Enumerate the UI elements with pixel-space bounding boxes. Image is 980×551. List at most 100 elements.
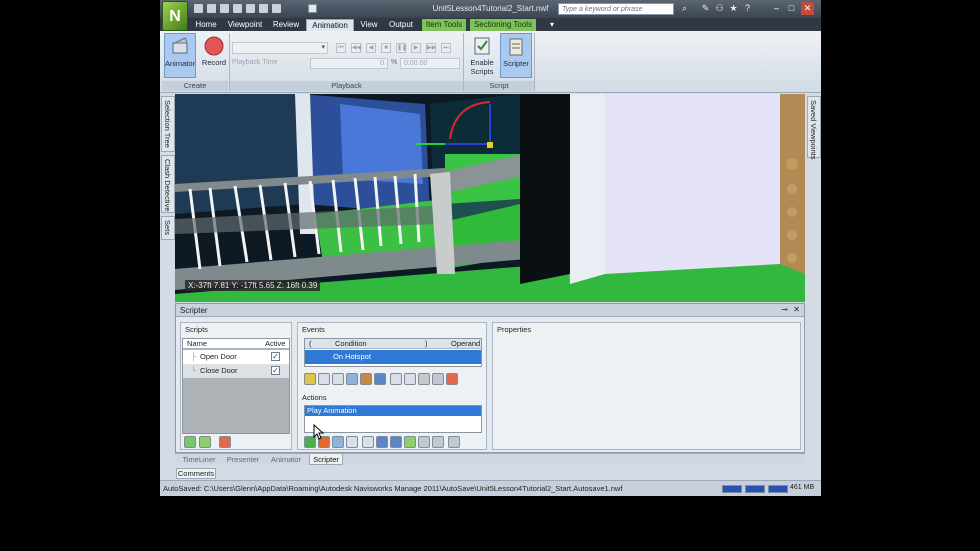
tab-viewpoint[interactable]: Viewpoint: [224, 19, 266, 31]
set-variable-icon[interactable]: [376, 436, 388, 448]
event-record-icon[interactable]: [404, 373, 416, 385]
favorites-icon[interactable]: ★: [729, 4, 738, 13]
animation-select[interactable]: ▾: [232, 42, 328, 54]
move-down-icon[interactable]: [432, 373, 444, 385]
animator-button[interactable]: Animator: [164, 33, 196, 78]
record-button[interactable]: Record: [198, 33, 230, 78]
delete-event-icon[interactable]: [446, 373, 458, 385]
scripter-label: Scripter: [503, 59, 529, 68]
tab-review[interactable]: Review: [270, 19, 302, 31]
col-operand: Operand: [451, 339, 481, 348]
event-on-start-icon[interactable]: [304, 373, 316, 385]
action-row[interactable]: Play Animation: [305, 406, 481, 416]
script-row[interactable]: └ Close Door ✓: [183, 364, 289, 378]
pause-icon[interactable]: [346, 436, 358, 448]
tab-timeliner[interactable]: TimeLiner: [179, 454, 219, 465]
connect-icon[interactable]: ⚇: [715, 4, 724, 13]
event-animation-icon[interactable]: [390, 373, 402, 385]
tab-animator[interactable]: Animator: [267, 454, 305, 465]
enable-scripts-icon: [472, 36, 492, 56]
add-folder-icon[interactable]: [199, 436, 211, 448]
playback-time-field[interactable]: 0:00.00: [400, 58, 460, 69]
events-grid[interactable]: ( Condition ) Operand On Hotspot: [304, 338, 482, 367]
tab-home[interactable]: Home: [192, 19, 220, 31]
script-name: Close Door: [200, 366, 238, 375]
tab-sectioning-tools[interactable]: Sectioning Tools: [470, 19, 536, 31]
tab-scripter[interactable]: Scripter: [309, 454, 343, 465]
delete-action-icon[interactable]: [448, 436, 460, 448]
ribbon-tab-bar: Home Viewpoint Review Animation View Out…: [160, 18, 821, 31]
col-active: Active: [265, 339, 286, 348]
scripter-button[interactable]: Scripter: [500, 33, 532, 78]
active-checkbox[interactable]: ✓: [271, 352, 280, 361]
play-button[interactable]: ▶: [411, 43, 421, 53]
tree-line-icon: └: [191, 366, 197, 375]
scripter-title: Scripter: [180, 306, 208, 315]
maximize-button[interactable]: □: [785, 2, 798, 15]
active-checkbox[interactable]: ✓: [271, 366, 280, 375]
minimize-button[interactable]: –: [770, 2, 783, 15]
play-reverse-button[interactable]: ◀: [366, 43, 376, 53]
action-move-up-icon[interactable]: [418, 436, 430, 448]
pin-icon[interactable]: ⊸: [781, 305, 788, 314]
actions-list[interactable]: Play Animation: [304, 405, 482, 433]
add-script-icon[interactable]: [184, 436, 196, 448]
3d-viewport[interactable]: X:-37ft 7.81 Y: -17ft 5.65 Z: 16ft 0.39: [175, 94, 805, 302]
dock-tab-clash-detective[interactable]: Clash Detective: [161, 155, 175, 213]
dock-tab-selection-tree[interactable]: Selection Tree: [161, 96, 175, 152]
action-move-down-icon[interactable]: [432, 436, 444, 448]
title-bar: N Unit5Lesson4Tutorial2_Start.nwf Type a…: [160, 0, 821, 31]
panel-close-icon[interactable]: ✕: [793, 305, 800, 314]
events-actions-pane: Events ( Condition ) Operand On Hotspot: [297, 322, 487, 450]
enable-scripts-button[interactable]: Enable Scripts: [466, 33, 498, 78]
step-forward-button[interactable]: ▶▶: [426, 43, 436, 53]
tab-comments[interactable]: Comments: [176, 468, 216, 479]
rewind-button[interactable]: ⏮: [336, 43, 346, 53]
binoculars-icon[interactable]: ⌕: [680, 4, 689, 13]
close-button[interactable]: ✕: [801, 2, 814, 15]
dock-tab-saved-viewpoints[interactable]: Saved Viewpoints: [807, 96, 821, 160]
show-viewpoint-icon[interactable]: [332, 436, 344, 448]
ribbon-options-icon[interactable]: ▾: [545, 19, 559, 31]
load-model-icon[interactable]: [404, 436, 416, 448]
step-back-button[interactable]: ◀◀: [351, 43, 361, 53]
tab-animation[interactable]: Animation: [306, 19, 354, 31]
app-logo[interactable]: N: [162, 1, 188, 31]
dock-tab-label: Clash Detective: [163, 159, 172, 212]
tree-line-icon: ├: [191, 352, 197, 361]
event-timer-icon[interactable]: [318, 373, 330, 385]
dock-tab-label: Saved Viewpoints: [809, 100, 818, 160]
fast-forward-button[interactable]: ⏭: [441, 43, 451, 53]
comments-bar: Comments: [160, 466, 821, 480]
pause-button[interactable]: ❚❚: [396, 43, 407, 53]
tab-output[interactable]: Output: [385, 19, 417, 31]
memory-usage: 461 MB: [790, 484, 815, 491]
playback-position-field[interactable]: 0: [310, 58, 388, 69]
percent-label: %: [391, 59, 398, 66]
help-icon[interactable]: ?: [743, 4, 752, 13]
script-group-label: Script: [464, 81, 534, 91]
stop-button[interactable]: ■: [381, 43, 391, 53]
search-input[interactable]: Type a keyword or phrase: [558, 3, 674, 15]
event-key-press-icon[interactable]: [332, 373, 344, 385]
scripts-pane-title: Scripts: [185, 325, 208, 334]
event-collision-icon[interactable]: [346, 373, 358, 385]
scroll-icon: [506, 37, 526, 57]
event-hotspot-icon[interactable]: [360, 373, 372, 385]
delete-script-icon[interactable]: [219, 436, 231, 448]
store-property-icon[interactable]: [390, 436, 402, 448]
scripts-tree[interactable]: Name Active ├ Open Door ✓ └ Close Door ✓: [182, 338, 290, 434]
tab-view[interactable]: View: [357, 19, 381, 31]
move-up-icon[interactable]: [418, 373, 430, 385]
send-message-icon[interactable]: [362, 436, 374, 448]
script-row[interactable]: ├ Open Door ✓: [183, 350, 289, 364]
scripter-panel: Scripter ⊸ ✕ Scripts Name Active ├ Open …: [175, 303, 805, 453]
properties-pane: Properties: [492, 322, 801, 450]
tools-icon[interactable]: ✎: [701, 4, 710, 13]
event-variable-icon[interactable]: [374, 373, 386, 385]
col-name: Name: [187, 339, 208, 348]
tab-item-tools[interactable]: Item Tools: [422, 19, 466, 31]
event-row[interactable]: On Hotspot: [305, 350, 481, 364]
tab-presenter[interactable]: Presenter: [223, 454, 263, 465]
dock-tab-sets[interactable]: Sets: [161, 216, 175, 240]
